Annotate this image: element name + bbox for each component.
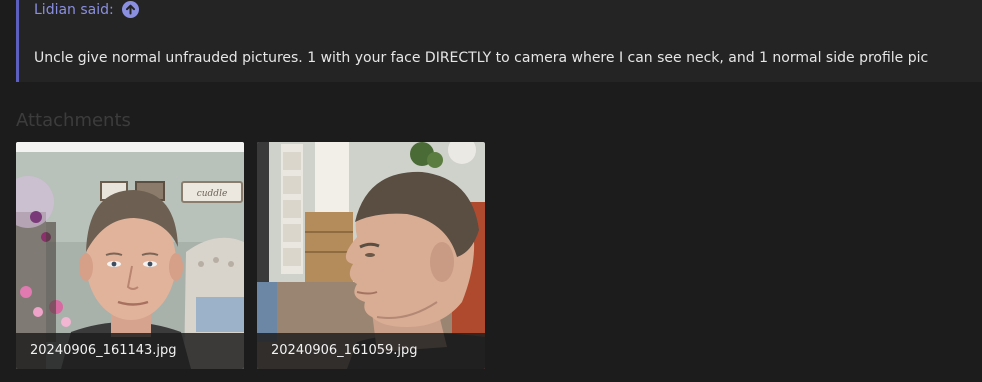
quote-author: Lidian said:: [34, 1, 114, 18]
quote-text: Uncle give normal unfrauded pictures. 1 …: [34, 50, 929, 66]
svg-text:cuddle: cuddle: [197, 189, 228, 199]
attachment-filename: 20240906_161059.jpg: [257, 333, 485, 369]
quote-header: Lidian said:: [34, 1, 139, 18]
page: Lidian said: Uncle give normal unfrauded…: [0, 0, 982, 382]
attachment-thumbnail[interactable]: cuddle 20240906_161143.jpg: [16, 142, 244, 369]
attachment-filename: 20240906_161143.jpg: [16, 333, 244, 369]
attachments-heading: Attachments: [16, 110, 131, 131]
quote-block: Lidian said: Uncle give normal unfrauded…: [16, 0, 982, 82]
attachment-thumbnail[interactable]: 20240906_161059.jpg: [257, 142, 485, 369]
arrow-up-circle-icon[interactable]: [121, 1, 139, 18]
